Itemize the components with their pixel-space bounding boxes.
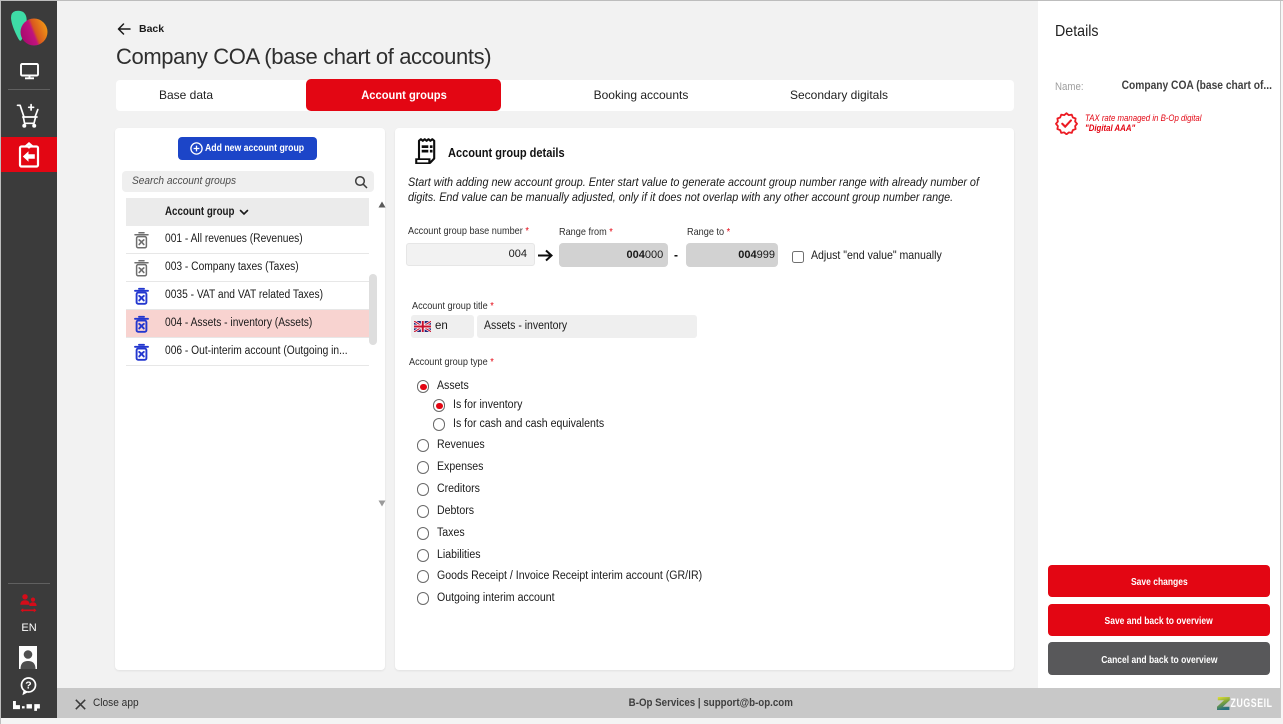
svg-text:?: ?: [25, 679, 31, 691]
